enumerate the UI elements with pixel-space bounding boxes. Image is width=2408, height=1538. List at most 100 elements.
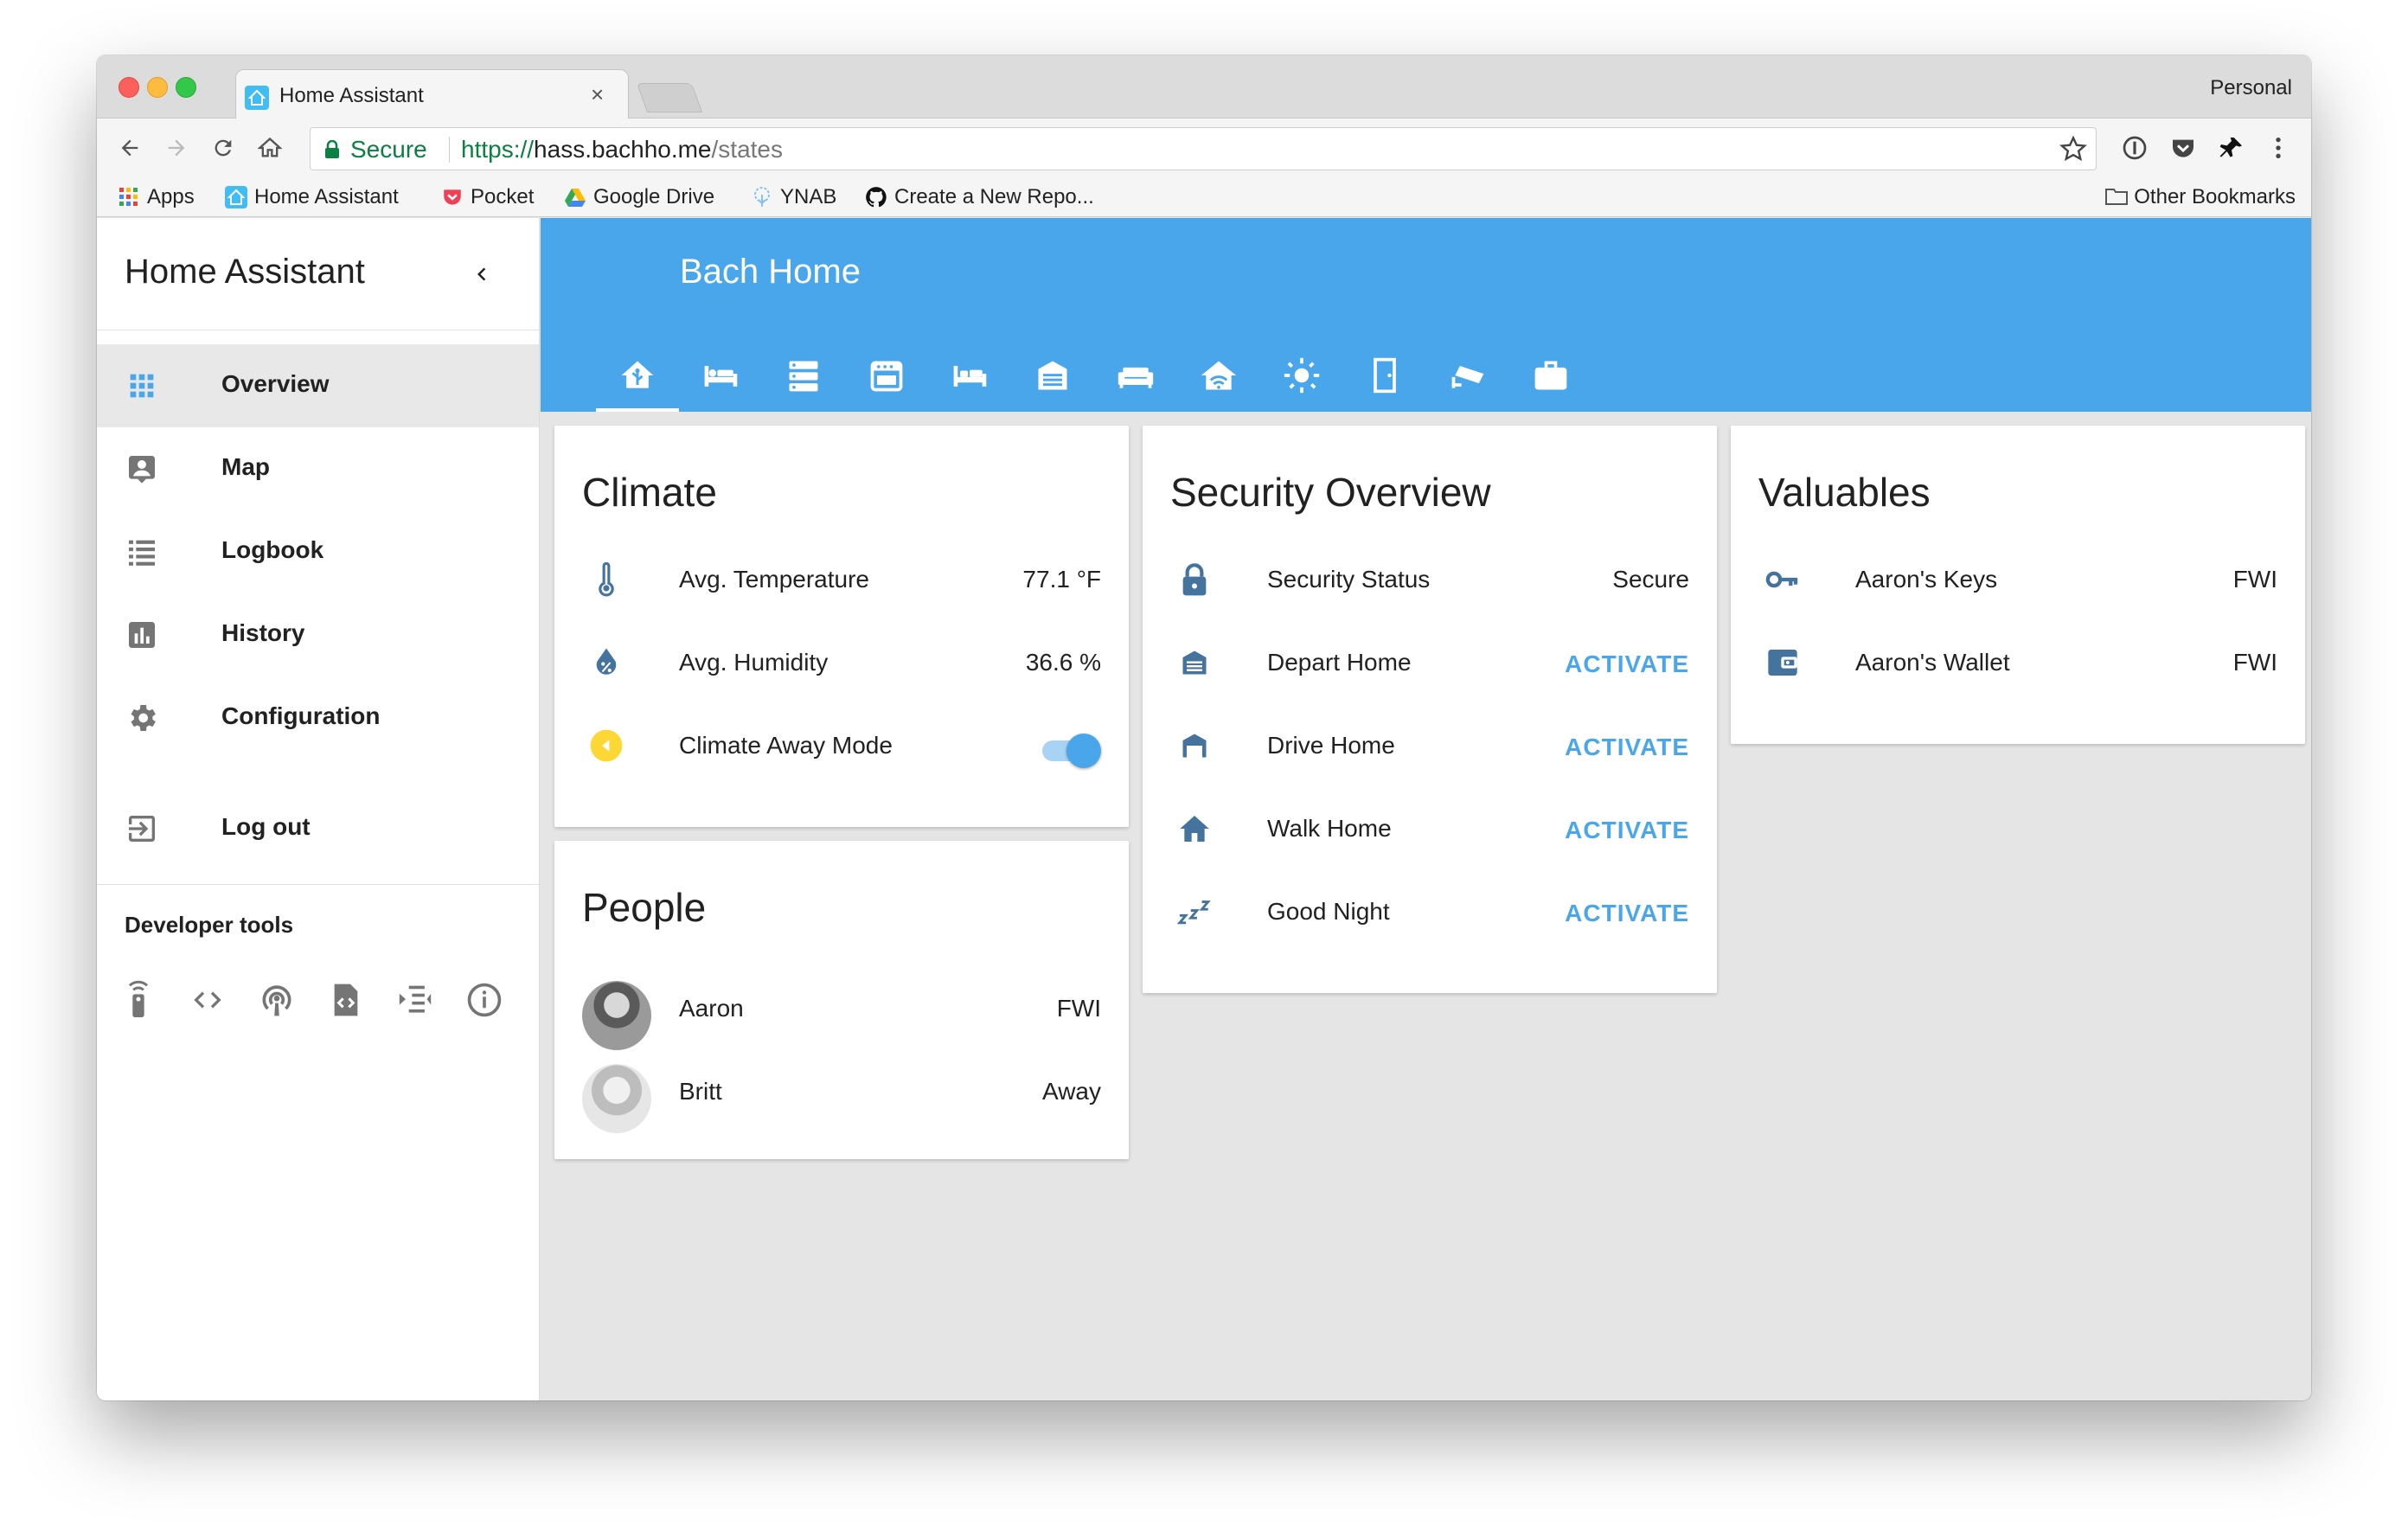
- home-icon[interactable]: [253, 131, 287, 165]
- sidebar-item-map[interactable]: Map: [97, 427, 539, 510]
- security-overview-card: Security Overview Security Status Secure…: [1143, 426, 1717, 993]
- tab-bedroom[interactable]: [679, 339, 762, 412]
- back-arrow-icon[interactable]: [112, 131, 147, 165]
- people-card: People Aaron FWI Britt Away: [554, 841, 1129, 1159]
- home-assistant-favicon-icon: [245, 86, 269, 110]
- bookmark-github[interactable]: Create a New Repo...: [865, 183, 1094, 212]
- bookmark-google-drive[interactable]: Google Drive: [564, 183, 714, 212]
- reload-icon[interactable]: [206, 131, 240, 165]
- file-xml-icon[interactable]: [325, 979, 367, 1021]
- remote-icon[interactable]: [118, 979, 159, 1021]
- chevron-left-icon[interactable]: [460, 253, 503, 296]
- bookmark-apps[interactable]: Apps: [118, 183, 195, 212]
- pin-extension-icon[interactable]: [2214, 131, 2249, 165]
- sidebar-item-label: Map: [221, 453, 270, 480]
- tab-server[interactable]: [762, 339, 845, 412]
- list-icon: [125, 535, 159, 569]
- entity-name: Avg. Humidity: [679, 649, 829, 676]
- person-row[interactable]: Aaron FWI: [554, 967, 1129, 1050]
- scene-name: Depart Home: [1267, 649, 1412, 676]
- info-icon[interactable]: [464, 979, 505, 1021]
- person-row[interactable]: Britt Away: [554, 1050, 1129, 1133]
- sidebar-item-label: History: [221, 619, 305, 646]
- bookmark-home-assistant[interactable]: Home Assistant: [225, 183, 399, 212]
- bookmarks-bar: Apps Home Assistant Pocket Google Drive …: [97, 177, 2311, 217]
- tab-outside[interactable]: [1260, 339, 1343, 412]
- bookmark-ynab[interactable]: YNAB: [751, 183, 836, 212]
- tab-kitchen[interactable]: [845, 339, 928, 412]
- activate-button[interactable]: ACTIVATE: [1565, 734, 1689, 761]
- tab-title: Home Assistant: [279, 84, 424, 107]
- entity-row[interactable]: Security Status Secure: [1143, 538, 1717, 621]
- climate-card: Climate Avg. Temperature 77.1 °F Avg. Hu…: [554, 426, 1129, 827]
- close-window-button[interactable]: [118, 77, 139, 98]
- address-separator: [449, 137, 450, 163]
- bookmark-label: Pocket: [471, 185, 535, 208]
- pocket-extension-icon[interactable]: [2166, 131, 2200, 165]
- sidebar-item-label: Logbook: [221, 536, 324, 563]
- tab-living-room[interactable]: [1094, 339, 1177, 412]
- sidebar-item-label: Configuration: [221, 702, 381, 729]
- sidebar-item-logout[interactable]: Log out: [97, 787, 539, 870]
- url-text[interactable]: https://hass.bachho.me/states: [461, 137, 783, 163]
- chart-icon: [125, 618, 159, 652]
- sidebar-item-configuration[interactable]: Configuration: [97, 676, 539, 759]
- entity-name: Aaron's Wallet: [1855, 649, 2010, 676]
- bookmark-other-bookmarks[interactable]: Other Bookmarks: [2104, 183, 2296, 212]
- onepassword-extension-icon[interactable]: [2117, 131, 2152, 165]
- sleep-icon: [1177, 894, 1212, 929]
- home-icon: [1177, 811, 1212, 846]
- entity-row[interactable]: Climate Away Mode: [554, 704, 1129, 787]
- entity-name: Climate Away Mode: [679, 732, 893, 759]
- tab-house[interactable]: [1177, 339, 1260, 412]
- browser-tab[interactable]: Home Assistant ×: [235, 69, 629, 119]
- activate-button[interactable]: ACTIVATE: [1565, 650, 1689, 678]
- apps-grid-icon: [118, 186, 140, 208]
- new-tab-button[interactable]: [636, 83, 703, 112]
- tab-garage[interactable]: [1011, 339, 1094, 412]
- activate-button[interactable]: ACTIVATE: [1565, 817, 1689, 844]
- tab-work[interactable]: [1509, 339, 1592, 412]
- avatar: [582, 1064, 651, 1133]
- tab-cameras[interactable]: [1426, 339, 1509, 412]
- main-content: Bach Home Climate Avg. Temperature 77.1 …: [541, 218, 2311, 1400]
- sidebar-item-history[interactable]: History: [97, 593, 539, 676]
- minimize-window-button[interactable]: [147, 77, 168, 98]
- zoom-window-button[interactable]: [176, 77, 196, 98]
- entity-row[interactable]: Avg. Temperature 77.1 °F: [554, 538, 1129, 621]
- bookmark-star-icon[interactable]: [2059, 135, 2087, 167]
- entity-row[interactable]: Aaron's Keys FWI: [1731, 538, 2305, 621]
- away-mode-toggle[interactable]: [1039, 734, 1101, 768]
- scene-row: Good Night ACTIVATE: [1143, 870, 1717, 953]
- tab-close-icon[interactable]: ×: [591, 81, 604, 107]
- code-icon[interactable]: [187, 979, 228, 1021]
- activate-button[interactable]: ACTIVATE: [1565, 900, 1689, 927]
- title-bar: Home Assistant × Personal: [97, 55, 2311, 119]
- app-header: Bach Home: [541, 218, 2311, 412]
- pocket-icon: [441, 186, 464, 208]
- entity-row[interactable]: Avg. Humidity 36.6 %: [554, 621, 1129, 704]
- entity-value: Secure: [1612, 566, 1689, 593]
- tab-doors[interactable]: [1343, 339, 1426, 412]
- entity-name: Avg. Temperature: [679, 566, 869, 593]
- secure-lock-icon: [325, 140, 339, 158]
- bookmark-label: Home Assistant: [254, 185, 399, 208]
- wallet-icon: [1765, 645, 1800, 680]
- sidebar-item-overview[interactable]: Overview: [97, 344, 539, 427]
- forward-arrow-icon[interactable]: [159, 131, 194, 165]
- entity-value: 77.1 °F: [1022, 566, 1101, 593]
- podcast-icon[interactable]: [256, 979, 298, 1021]
- address-bar[interactable]: Secure https://hass.bachho.me/states: [310, 127, 2097, 170]
- sidebar-item-logbook[interactable]: Logbook: [97, 510, 539, 593]
- logout-icon: [125, 811, 159, 846]
- bookmark-pocket[interactable]: Pocket: [441, 183, 534, 212]
- scene-name: Drive Home: [1267, 732, 1395, 759]
- tab-home[interactable]: [596, 339, 679, 412]
- profile-name[interactable]: Personal: [2210, 76, 2292, 100]
- format-indent-icon[interactable]: [394, 979, 436, 1021]
- entity-row[interactable]: Aaron's Wallet FWI: [1731, 621, 2305, 704]
- tab-guest-room[interactable]: [928, 339, 1011, 412]
- garage-open-icon: [1177, 728, 1212, 763]
- chrome-menu-icon[interactable]: [2261, 131, 2296, 165]
- person-state: Away: [1042, 1078, 1101, 1105]
